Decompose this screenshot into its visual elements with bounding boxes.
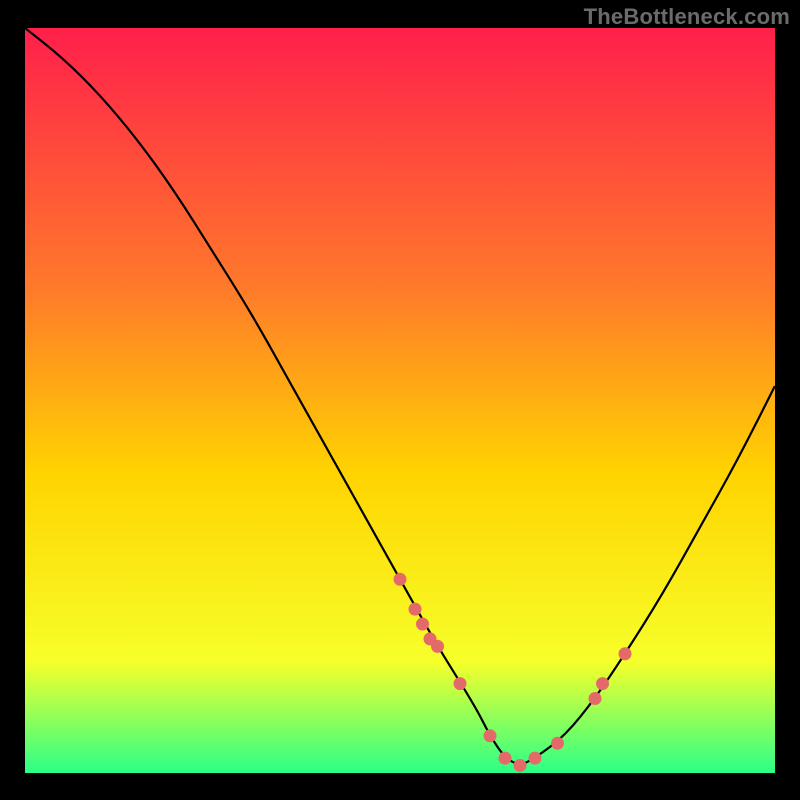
- data-point: [499, 752, 512, 765]
- chart-svg: [25, 28, 775, 773]
- data-point: [431, 640, 444, 653]
- data-point: [596, 677, 609, 690]
- data-point: [454, 677, 467, 690]
- data-point: [409, 603, 422, 616]
- data-point: [619, 647, 632, 660]
- attribution-text: TheBottleneck.com: [584, 4, 790, 30]
- data-point: [416, 618, 429, 631]
- data-point: [484, 729, 497, 742]
- data-point: [529, 752, 542, 765]
- data-point: [514, 759, 527, 772]
- chart-plot-area: [25, 28, 775, 773]
- data-point: [394, 573, 407, 586]
- data-point: [589, 692, 602, 705]
- data-point: [551, 737, 564, 750]
- chart-outer-frame: TheBottleneck.com: [0, 0, 800, 800]
